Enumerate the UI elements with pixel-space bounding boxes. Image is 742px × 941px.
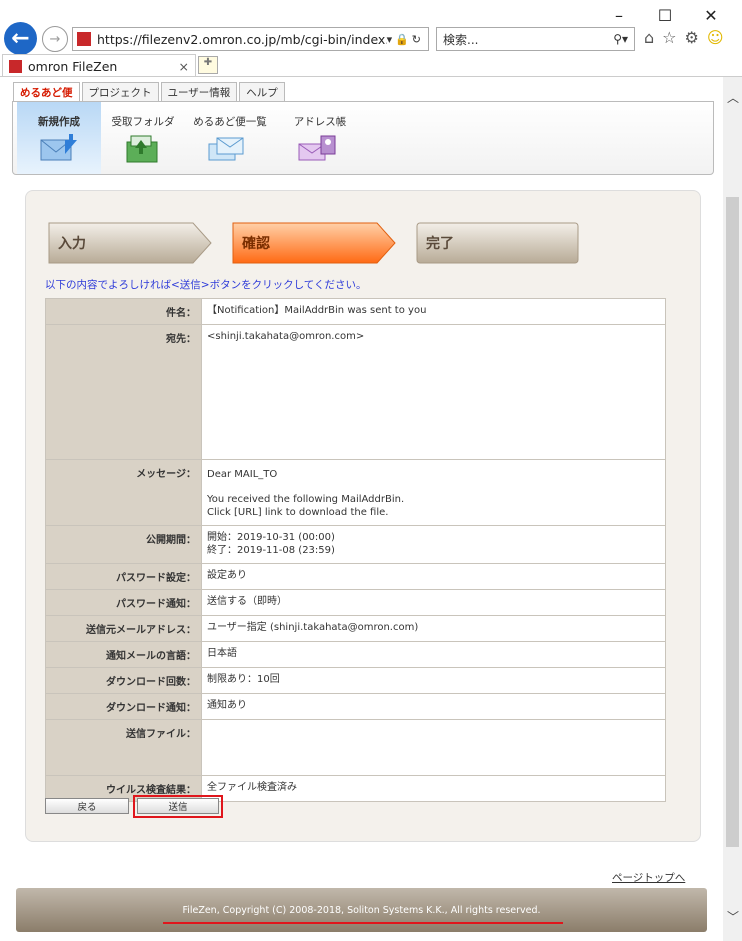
instruction-text: 以下の内容でよろしければ<送信>ボタンをクリックしてください。	[45, 279, 367, 291]
new-mail-icon	[40, 134, 77, 161]
inbox-folder-icon	[126, 135, 158, 163]
table-row: パスワード設定： 設定あり	[45, 563, 666, 590]
period-start: 開始：2019-10-31 (00:00)	[207, 532, 335, 543]
search-box[interactable]: 検索... ⚲▾	[436, 27, 635, 51]
send-button[interactable]: 送信	[137, 798, 219, 814]
tool-address-book[interactable]: アドレス帳	[275, 102, 365, 174]
field-label: 件名：	[45, 298, 202, 325]
browser-tab[interactable]: omron FileZen ×	[2, 54, 196, 77]
message-value: Dear MAIL_TO You received the following …	[201, 459, 666, 526]
page-top-link[interactable]: ページトップへ	[612, 870, 685, 885]
field-label: パスワード通知：	[45, 589, 202, 616]
forward-button[interactable]: →	[42, 26, 68, 52]
footer-red-underline	[163, 922, 563, 924]
field-label: 宛先：	[45, 324, 202, 460]
message-line: Click [URL] link to download the file.	[207, 507, 389, 518]
tool-new[interactable]: 新規作成	[17, 102, 101, 174]
tool-inbox-label: 受取フォルダ	[111, 116, 175, 128]
smiley-icon[interactable]: ☺	[707, 28, 724, 47]
password-notify-value: 送信する（即時）	[201, 589, 666, 616]
tab-title: omron FileZen	[28, 58, 118, 74]
field-label: 送信ファイル：	[45, 719, 202, 776]
address-book-icon	[298, 135, 336, 161]
footer-copyright: FileZen, Copyright (C) 2008-2018, Solito…	[182, 904, 541, 916]
menu-tab-user-info[interactable]: ユーザー情報	[160, 82, 238, 101]
message-line: You received the following MailAddrBin.	[207, 494, 405, 505]
table-row: 件名： 【Notification】MailAddrBin was sent t…	[45, 298, 666, 325]
address-bar[interactable]: https://filezenv2.omron.co.jp/mb/cgi-bin…	[72, 27, 429, 51]
table-row: 宛先： <shinji.takahata@omron.com>	[45, 324, 666, 460]
message-line: Dear MAIL_TO	[207, 469, 278, 480]
period-value: 開始：2019-10-31 (00:00) 終了：2019-11-08 (23:…	[201, 525, 666, 564]
field-label: パスワード設定：	[45, 563, 202, 590]
chrome-divider	[0, 76, 742, 77]
search-placeholder[interactable]: 検索...	[437, 31, 613, 48]
table-row: ダウンロード通知： 通知あり	[45, 693, 666, 720]
tool-address-book-label: アドレス帳	[293, 116, 347, 128]
field-label: メッセージ：	[45, 459, 202, 526]
table-row: ダウンロード回数： 制限あり：10回	[45, 667, 666, 694]
mail-list-icon	[208, 137, 244, 161]
url-text[interactable]: https://filezenv2.omron.co.jp/mb/cgi-bin…	[97, 32, 387, 47]
search-icon[interactable]: ⚲▾	[613, 32, 628, 46]
back-button[interactable]: ←	[4, 22, 37, 55]
app-toolbar: 新規作成 受取フォルダ めるあど便一覧 アドレス帳	[12, 101, 714, 175]
field-label: ダウンロード通知：	[45, 693, 202, 720]
footer: FileZen, Copyright (C) 2008-2018, Solito…	[16, 888, 707, 932]
table-row: 送信元メールアドレス： ユーザー指定 (shinji.takahata@omro…	[45, 615, 666, 642]
send-files-value	[201, 719, 666, 776]
table-row: 公開期間： 開始：2019-10-31 (00:00) 終了：2019-11-0…	[45, 525, 666, 564]
field-label: ダウンロード回数：	[45, 667, 202, 694]
notify-language-value: 日本語	[201, 641, 666, 668]
scroll-down-icon[interactable]: ﹀	[727, 908, 739, 925]
step-confirm: 確認	[242, 236, 270, 252]
close-icon[interactable]: ✕	[688, 4, 734, 26]
download-count-value: 制限あり：10回	[201, 667, 666, 694]
step-complete: 完了	[426, 236, 454, 252]
message-line	[207, 481, 660, 493]
favicon-icon	[77, 32, 91, 46]
subject-value: 【Notification】MailAddrBin was sent to yo…	[201, 298, 666, 325]
period-end: 終了：2019-11-08 (23:59)	[207, 545, 335, 556]
menu-tab-help[interactable]: ヘルプ	[239, 82, 285, 101]
table-row: メッセージ： Dear MAIL_TO You received the fol…	[45, 459, 666, 526]
field-label: 通知メールの言語：	[45, 641, 202, 668]
tool-inbox[interactable]: 受取フォルダ	[101, 102, 185, 174]
app-menu-tabs: めるあど便 プロジェクト ユーザー情報 ヘルプ	[13, 82, 287, 101]
password-setting-value: 設定あり	[201, 563, 666, 590]
tool-new-label: 新規作成	[38, 116, 80, 128]
field-label: 送信元メールアドレス：	[45, 615, 202, 642]
scroll-up-icon[interactable]: ︿	[727, 89, 739, 106]
recipient-value: <shinji.takahata@omron.com>	[201, 324, 666, 460]
download-notify-value: 通知あり	[201, 693, 666, 720]
virus-scan-value: 全ファイル検査済み	[201, 775, 666, 802]
window-controls: – ☐ ✕	[596, 4, 734, 26]
table-row: パスワード通知： 送信する（即時）	[45, 589, 666, 616]
home-icon[interactable]: ⌂	[644, 28, 654, 47]
scroll-thumb[interactable]	[726, 197, 739, 847]
tab-close-icon[interactable]: ×	[179, 59, 189, 74]
confirmation-table: 件名： 【Notification】MailAddrBin was sent t…	[45, 298, 666, 802]
favorites-star-icon[interactable]: ☆	[662, 28, 676, 47]
back-form-button[interactable]: 戻る	[45, 798, 129, 814]
menu-tab-mailaddrbin[interactable]: めるあど便	[13, 82, 80, 101]
settings-gear-icon[interactable]: ⚙	[685, 28, 699, 47]
tool-list[interactable]: めるあど便一覧	[185, 102, 275, 174]
menu-tab-project[interactable]: プロジェクト	[81, 82, 159, 101]
table-row: 通知メールの言語： 日本語	[45, 641, 666, 668]
address-tools-icon[interactable]: ▾🔒↻	[387, 33, 424, 46]
new-tab-icon[interactable]: ✚	[198, 56, 218, 74]
sender-address-value: ユーザー指定 (shinji.takahata@omron.com)	[201, 615, 666, 642]
scrollbar[interactable]: ︿ ﹀	[723, 77, 742, 941]
field-label: 公開期間：	[45, 525, 202, 564]
tab-favicon-icon	[9, 59, 22, 73]
tool-list-label: めるあど便一覧	[193, 116, 267, 128]
minimize-icon[interactable]: –	[596, 4, 642, 26]
browser-toolbar-icons: ⌂ ☆ ⚙ ☺	[644, 28, 724, 47]
table-row: 送信ファイル：	[45, 719, 666, 776]
maximize-icon[interactable]: ☐	[642, 4, 688, 26]
step-input: 入力	[58, 236, 86, 252]
